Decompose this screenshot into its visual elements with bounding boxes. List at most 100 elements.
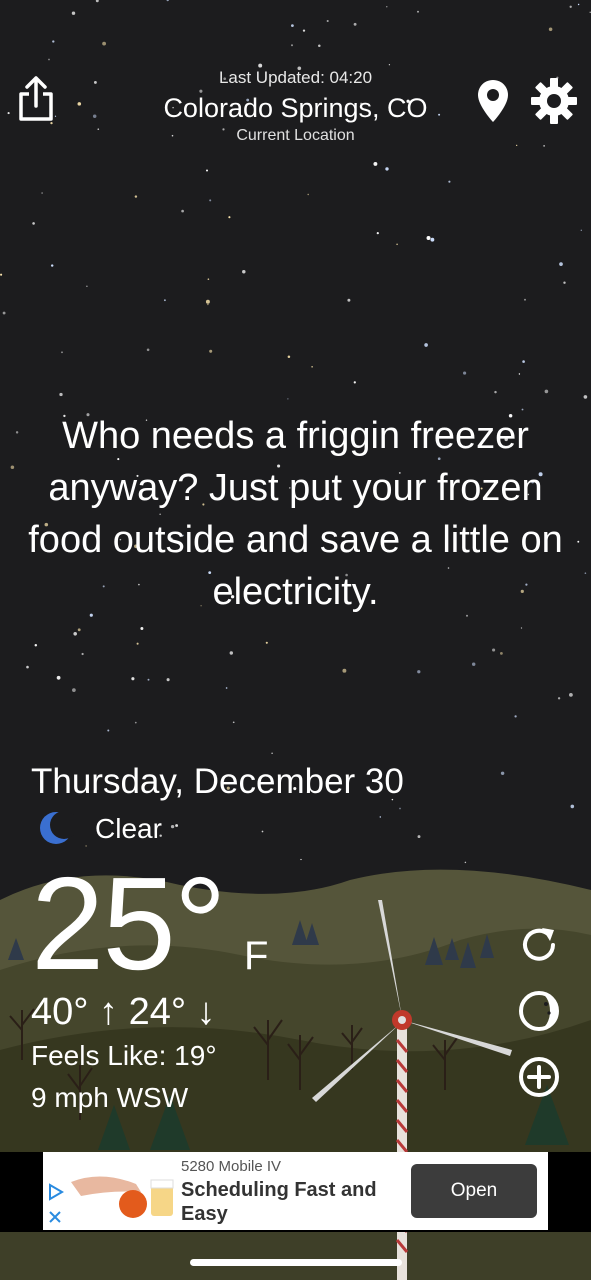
ad-title: Scheduling Fast and Easy bbox=[181, 1179, 377, 1225]
star bbox=[225, 687, 228, 689]
star bbox=[26, 665, 29, 669]
star bbox=[417, 670, 421, 674]
location-pin-icon[interactable] bbox=[476, 78, 510, 124]
star bbox=[261, 830, 264, 833]
star bbox=[326, 19, 329, 23]
star bbox=[379, 816, 382, 818]
star bbox=[500, 652, 503, 655]
ad-banner[interactable]: 5280 Mobile IV Scheduling Fast and Easy … bbox=[43, 1152, 548, 1230]
star bbox=[59, 392, 63, 397]
star bbox=[146, 348, 150, 352]
star bbox=[228, 216, 231, 219]
star bbox=[448, 180, 451, 183]
star bbox=[522, 360, 525, 363]
star bbox=[463, 371, 467, 375]
star bbox=[134, 721, 137, 724]
star bbox=[77, 628, 81, 632]
star bbox=[102, 41, 107, 46]
star bbox=[81, 652, 84, 656]
star bbox=[569, 5, 572, 8]
star bbox=[347, 298, 351, 302]
star bbox=[291, 24, 294, 27]
star bbox=[166, 0, 169, 2]
star bbox=[41, 192, 43, 194]
star bbox=[48, 58, 50, 61]
star bbox=[396, 243, 398, 246]
star bbox=[242, 270, 246, 274]
star bbox=[163, 299, 166, 302]
star bbox=[232, 721, 235, 724]
star bbox=[0, 273, 3, 276]
star bbox=[85, 845, 87, 847]
ad-open-button[interactable]: Open bbox=[411, 1164, 537, 1218]
star bbox=[520, 627, 523, 629]
star bbox=[291, 44, 293, 47]
ad-company: 5280 Mobile IV bbox=[181, 1158, 282, 1175]
star bbox=[430, 237, 435, 242]
star bbox=[166, 678, 170, 682]
star bbox=[580, 229, 582, 231]
star bbox=[307, 193, 309, 196]
star bbox=[107, 729, 110, 732]
condition-text: Clear bbox=[95, 813, 162, 844]
star bbox=[10, 465, 15, 470]
star bbox=[544, 389, 549, 394]
star bbox=[140, 627, 144, 630]
refresh-icon[interactable] bbox=[516, 922, 562, 968]
star bbox=[56, 675, 61, 680]
star bbox=[577, 540, 580, 543]
star bbox=[524, 298, 526, 301]
star bbox=[563, 281, 566, 284]
star bbox=[385, 167, 389, 171]
star bbox=[417, 835, 421, 839]
star bbox=[287, 355, 291, 358]
star bbox=[32, 222, 35, 225]
current-location-label: Current Location bbox=[236, 127, 355, 144]
star bbox=[494, 390, 497, 394]
star bbox=[471, 662, 476, 666]
star bbox=[386, 6, 388, 8]
star bbox=[548, 27, 553, 32]
star bbox=[518, 373, 521, 375]
star bbox=[170, 824, 175, 829]
ad-choices-icon[interactable] bbox=[45, 1182, 67, 1228]
star bbox=[569, 693, 573, 697]
star bbox=[205, 299, 210, 304]
add-location-icon[interactable] bbox=[516, 1054, 562, 1100]
star bbox=[71, 11, 76, 15]
wind-text: 9 mph WSW bbox=[31, 1082, 189, 1113]
star bbox=[514, 715, 517, 718]
star bbox=[557, 697, 561, 700]
current-temperature: 25° bbox=[31, 850, 227, 997]
star bbox=[229, 651, 233, 655]
star bbox=[287, 398, 289, 400]
star bbox=[492, 648, 496, 652]
high-low-temperature: 40° ↑ 24° ↓ bbox=[31, 991, 216, 1033]
star bbox=[376, 232, 379, 235]
star bbox=[373, 161, 378, 166]
gear-icon[interactable] bbox=[530, 77, 578, 125]
star bbox=[399, 807, 401, 810]
star bbox=[2, 311, 6, 315]
star bbox=[311, 366, 313, 368]
star bbox=[207, 278, 210, 281]
star bbox=[426, 236, 431, 240]
star bbox=[15, 431, 19, 434]
star bbox=[50, 264, 54, 267]
star bbox=[134, 195, 138, 198]
forecast-date: Thursday, December 30 bbox=[31, 762, 404, 801]
star bbox=[271, 752, 273, 754]
feels-like-text: Feels Like: 19° bbox=[31, 1040, 217, 1071]
star bbox=[577, 3, 580, 6]
star bbox=[136, 642, 139, 645]
moon-phase-icon[interactable] bbox=[516, 988, 562, 1034]
star bbox=[207, 303, 209, 306]
star bbox=[209, 349, 213, 353]
star bbox=[209, 199, 212, 202]
home-indicator[interactable] bbox=[190, 1259, 402, 1266]
star bbox=[61, 351, 63, 354]
temperature-unit[interactable]: F bbox=[244, 934, 268, 978]
star bbox=[342, 668, 347, 673]
star bbox=[570, 804, 575, 809]
star bbox=[417, 10, 419, 13]
